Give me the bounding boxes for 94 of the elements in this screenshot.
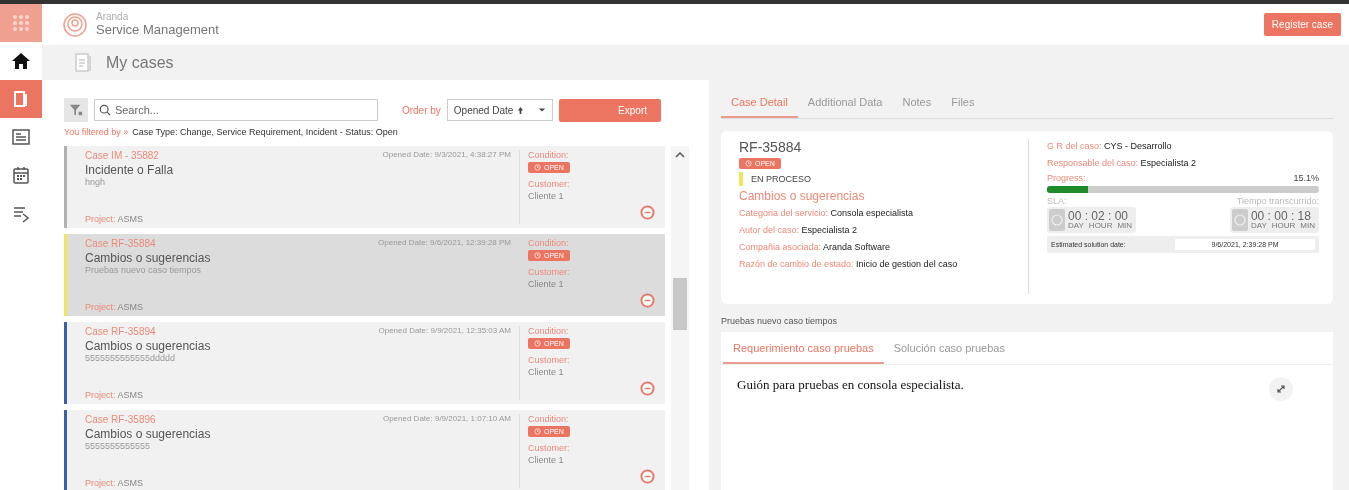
customer-label: Customer: <box>528 267 571 277</box>
customer-name: Cliente 1 <box>528 191 565 201</box>
case-title: Cambios o sugerencias <box>85 339 212 353</box>
expand-button[interactable] <box>1269 377 1293 401</box>
clock-icon <box>745 160 752 167</box>
field-row-text: G R del caso: CYS - Desarrollo <box>1047 140 1173 153</box>
scrollbar[interactable] <box>671 146 689 490</box>
condition-label: Condition: <box>528 414 570 424</box>
filter-icon <box>68 103 83 117</box>
project-label: Project: <box>85 214 116 224</box>
case-number: RF-35884 <box>739 139 803 155</box>
field-row-text: Razón de cambio de estado: Inicio de gestion del caso <box>739 258 959 271</box>
clock-icon <box>534 340 541 347</box>
project-name: ASMS <box>117 302 144 312</box>
customer-label: Customer: <box>528 443 571 453</box>
order-by-label: Order by <box>401 104 441 116</box>
field-row-text: Categoria del servicio: Consola especialista <box>739 207 915 220</box>
tab[interactable]: Additional Data <box>797 90 893 118</box>
case-number: Case IM - 35882 <box>85 150 159 161</box>
unit-label: MIN <box>1117 222 1133 230</box>
case-number: Case RF-35896 <box>85 414 156 425</box>
case-title: Incidente o Falla <box>85 163 175 177</box>
order-dropdown[interactable]: Opened Date <box>446 99 554 121</box>
case-title: Cambios o sugerencias <box>85 251 212 265</box>
tab[interactable]: Case Detail <box>721 90 798 118</box>
case-description: hngh <box>85 177 107 187</box>
field-row-text: Compañia asociada: Aranda Software <box>739 241 892 254</box>
field-row-text: Responsable del caso: Especialista 2 <box>1047 157 1198 170</box>
project-label: Project: <box>85 302 116 312</box>
home-icon <box>11 51 31 71</box>
scrollbar-thumb[interactable] <box>673 278 687 330</box>
spiral-logo-icon <box>62 11 88 38</box>
unit-label: MIN <box>1300 222 1315 230</box>
timer-label: Tiempo transcurrido: <box>1236 196 1319 206</box>
grid-icon <box>11 13 31 33</box>
condition-label: Condition: <box>528 150 570 160</box>
customer-name: Cliente 1 <box>528 279 565 289</box>
search-icon <box>98 104 111 116</box>
document-icon <box>74 51 94 74</box>
tab[interactable]: Notes <box>892 90 942 118</box>
filter-button[interactable] <box>64 98 88 122</box>
project-name: ASMS <box>117 478 144 488</box>
case-number: Case RF-35884 <box>85 238 156 249</box>
state-text: EN PROCESO <box>751 174 811 184</box>
filter-label: You filtered by » <box>64 127 129 137</box>
customer-label: Customer: <box>528 355 571 365</box>
calendar-icon <box>11 165 31 185</box>
condition-label: Condition: <box>528 326 570 336</box>
progress-value: 15.1% <box>1293 173 1319 183</box>
expand-icon <box>1276 384 1286 394</box>
case-title: Cambios o sugerencias <box>85 427 212 441</box>
clock-icon <box>534 252 541 259</box>
case-title: Cambios o sugerencias <box>739 189 866 203</box>
timer-digits: 00 : 02 : 00 <box>1068 210 1130 222</box>
customer-name: Cliente 1 <box>528 455 565 465</box>
project-label: Project: <box>85 478 116 488</box>
register-case-button[interactable]: Register case <box>1263 13 1341 36</box>
customer-name: Cliente 1 <box>528 367 565 377</box>
section-title: Pruebas nuevo caso tiempos <box>721 316 839 326</box>
condition-label: Condition: <box>528 238 570 248</box>
timer-digits: 00 : 00 : 18 <box>1250 210 1312 222</box>
case-description: 5555555555555 <box>85 441 152 451</box>
tab[interactable]: Requerimiento caso pruebas <box>723 332 884 364</box>
timer-label: SLA: <box>1047 196 1068 206</box>
unit-label: HOUR <box>1088 222 1113 230</box>
customer-label: Customer: <box>528 179 571 189</box>
opened-date: Opened Date: 9/3/2021, 4:38:27 PM <box>382 150 511 161</box>
unit-label: DAY <box>1068 222 1084 230</box>
brand-name: Aranda <box>96 12 130 23</box>
project-name: ASMS <box>117 390 144 400</box>
chevron-up-icon <box>675 150 685 160</box>
newspaper-icon <box>11 127 31 147</box>
export-button[interactable]: Export <box>559 98 661 122</box>
case-number: Case RF-35894 <box>85 326 156 337</box>
sort-up-icon <box>517 105 525 115</box>
filter-summary: Case Type: Change, Service Requirement, Incident - Status: Open <box>132 127 398 137</box>
case-description: 5555555555555ddddd <box>85 353 177 363</box>
description-text: Guión para pruebas en consola especialista. <box>737 377 964 394</box>
unit-label: DAY <box>1250 222 1267 230</box>
opened-date: Opened Date: 9/9/2021, 1:07:10 AM <box>382 414 511 425</box>
progress-label: Progress: <box>1047 173 1086 183</box>
tab[interactable]: Files <box>941 90 985 118</box>
project-label: Project: <box>85 390 116 400</box>
opened-date: Opened Date: 9/9/2021, 12:35:03 AM <box>378 326 511 337</box>
search-field[interactable]: Search... <box>93 99 378 121</box>
unit-label: HOUR <box>1271 222 1296 230</box>
field-row-text: Autor del caso: Especialista 2 <box>739 224 859 237</box>
clock-icon <box>534 164 541 171</box>
page-title: My cases <box>106 53 174 72</box>
clock-icon <box>534 428 541 435</box>
tab[interactable]: Solución caso pruebas <box>883 332 1015 364</box>
brand-subtitle: Service Management <box>96 22 219 37</box>
caret-icon <box>538 107 547 113</box>
project-name: ASMS <box>117 214 144 224</box>
